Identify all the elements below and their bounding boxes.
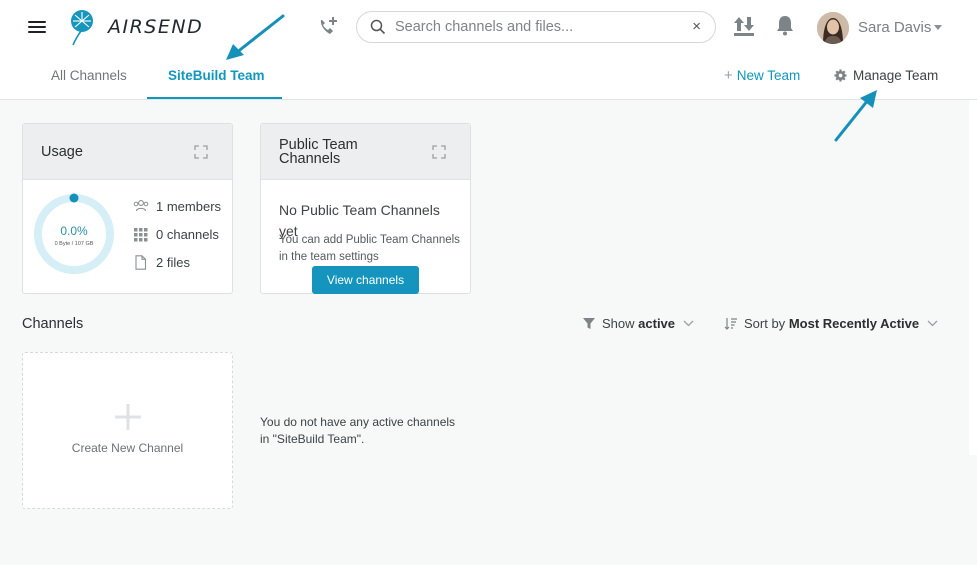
plus-icon xyxy=(115,404,141,430)
manage-team-label: Manage Team xyxy=(853,68,939,83)
public-channels-title: Public Team Channels xyxy=(279,137,358,167)
channels-count: 0 channels xyxy=(156,227,219,242)
close-icon[interactable]: × xyxy=(692,18,701,35)
sort-value: Most Recently Active xyxy=(788,316,920,331)
usage-storage: 0 Byte / 107 GB xyxy=(54,241,94,247)
no-public-channels-text: You can add Public Team Channels in the … xyxy=(279,234,460,263)
users-icon xyxy=(133,200,149,212)
usage-card: Usage 0.0% 0 Byte / 107 GB 1 members 0 c… xyxy=(22,123,233,294)
sort-prefix: Sort by xyxy=(744,316,786,331)
sort-dropdown[interactable]: Sort by Most Recently Active xyxy=(724,316,938,331)
avatar[interactable] xyxy=(817,12,849,44)
create-new-channel-label: Create New Channel xyxy=(71,441,184,455)
public-channels-title-line1: Public Team xyxy=(279,137,358,153)
filter-icon xyxy=(583,318,595,329)
create-new-channel-card[interactable]: Create New Channel xyxy=(22,352,233,509)
show-filter-dropdown[interactable]: Show active xyxy=(582,316,694,331)
manage-team-button[interactable]: Manage Team xyxy=(834,68,938,83)
gear-icon xyxy=(834,69,847,82)
menu-icon[interactable] xyxy=(28,18,46,34)
usage-title: Usage xyxy=(41,144,83,160)
search-icon xyxy=(370,19,386,35)
tab-all-channels[interactable]: All Channels xyxy=(51,68,127,83)
file-icon xyxy=(135,255,147,270)
public-channels-card: Public Team Channels No Public Team Chan… xyxy=(260,123,471,294)
new-team-button[interactable]: + New Team xyxy=(724,67,800,84)
filter-prefix: Show xyxy=(602,316,635,331)
new-team-label: New Team xyxy=(736,68,801,83)
dandelion-logo-icon[interactable] xyxy=(64,8,100,46)
tab-sitebuild-team[interactable]: SiteBuild Team xyxy=(168,68,265,83)
top-bar: AIRSEND × Sara Davis All Channels SiteBu… xyxy=(0,0,977,100)
chevron-down-icon xyxy=(683,320,694,327)
bell-icon[interactable] xyxy=(775,14,795,36)
no-active-channels-line2: in "SiteBuild Team". xyxy=(260,432,365,446)
expand-icon[interactable] xyxy=(194,145,208,159)
search-input[interactable] xyxy=(395,17,685,37)
search-bar: × xyxy=(356,11,716,43)
members-count: 1 members xyxy=(156,199,222,214)
channels-section-title: Channels xyxy=(22,316,84,332)
files-count: 2 files xyxy=(156,255,190,270)
grid-icon xyxy=(134,228,148,242)
plus-icon: + xyxy=(724,67,733,84)
public-channels-header: Public Team Channels xyxy=(261,124,470,180)
scrollbar-track[interactable] xyxy=(969,100,977,455)
chevron-down-icon xyxy=(927,320,938,327)
brand-name: AIRSEND xyxy=(108,16,204,38)
no-active-channels-line1: You do not have any active channels xyxy=(260,415,456,429)
public-channels-title-line2: Channels xyxy=(279,151,341,167)
upload-download-icon[interactable] xyxy=(733,14,755,38)
usage-card-header: Usage xyxy=(23,124,232,180)
view-channels-button[interactable]: View channels xyxy=(312,266,419,294)
sort-icon xyxy=(724,318,737,330)
no-active-channels-message: You do not have any active channels in "… xyxy=(260,414,480,448)
filter-value: active xyxy=(638,316,676,331)
chevron-down-icon[interactable] xyxy=(934,25,942,30)
user-name[interactable]: Sara Davis xyxy=(858,19,931,36)
usage-percent: 0.0% xyxy=(60,224,88,238)
add-call-icon[interactable] xyxy=(316,15,340,39)
active-tab-indicator xyxy=(147,97,282,99)
expand-icon[interactable] xyxy=(432,145,446,159)
